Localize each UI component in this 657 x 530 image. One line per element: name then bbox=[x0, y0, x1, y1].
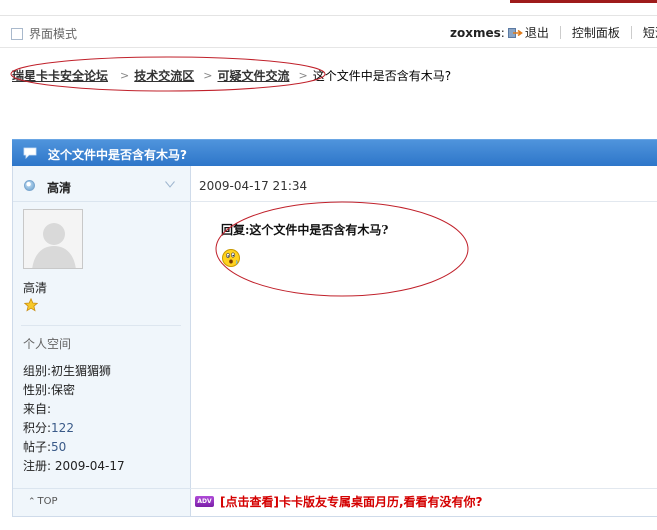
interface-mode-label: 界面模式 bbox=[29, 27, 78, 41]
profile-registered: 注册: 2009-04-17 bbox=[23, 459, 125, 473]
author-profile: 组别:初生猸猸狮 性别:保密 来自: 积分:122 帖子:50 注册: 2009… bbox=[23, 364, 125, 478]
profile-gender: 性别:保密 bbox=[23, 383, 76, 397]
post-content: 2009-04-17 21:34 回复:这个文件中是否含有木马? ADV [点击… bbox=[191, 166, 657, 516]
divider bbox=[13, 488, 191, 489]
post-header: 2009-04-17 21:34 bbox=[191, 166, 657, 202]
thread-title: 这个文件中是否含有木马? bbox=[48, 148, 187, 162]
post: 高清 高清 个人空间 组别:初生猸猸狮 性别:保密 来自: 积分:122 帖子:… bbox=[12, 166, 657, 516]
logout-link[interactable]: 退出 bbox=[525, 24, 549, 41]
back-to-top-label: TOP bbox=[37, 496, 58, 507]
breadcrumb-separator: > bbox=[203, 69, 213, 82]
banner-image-edge bbox=[510, 0, 657, 3]
profile-points: 积分:122 bbox=[23, 421, 74, 435]
surprised-face-icon bbox=[222, 249, 240, 267]
author-row: 高清 bbox=[13, 166, 191, 202]
profile-posts: 帖子:50 bbox=[23, 440, 67, 454]
user-menu: zoxmes : 退出 控制面板 短消 bbox=[450, 24, 657, 41]
sms-link[interactable]: 短消 bbox=[643, 24, 657, 41]
breadcrumb-tech-exchange[interactable]: 技术交流区 bbox=[134, 67, 194, 84]
personal-space-link[interactable]: 个人空间 bbox=[23, 335, 71, 352]
author-display-name: 高清 bbox=[23, 281, 48, 295]
author-name[interactable]: 高清 bbox=[47, 179, 71, 196]
interface-mode-toggle[interactable]: 界面模式 bbox=[11, 25, 77, 42]
profile-location: 来自: bbox=[23, 402, 52, 416]
username-link[interactable]: zoxmes bbox=[450, 26, 501, 40]
star-icon bbox=[24, 298, 38, 312]
post-timestamp: 2009-04-17 21:34 bbox=[199, 179, 308, 193]
username-colon: : bbox=[500, 25, 505, 40]
back-to-top-link[interactable]: ⌃ TOP bbox=[28, 496, 58, 507]
adv-badge: ADV bbox=[195, 496, 214, 507]
speech-bubble-icon bbox=[23, 147, 37, 159]
profile-group: 组别:初生猸猸狮 bbox=[23, 364, 112, 378]
toolbar-separator bbox=[630, 26, 632, 39]
breadcrumb-current: 这个文件中是否含有木马? bbox=[312, 69, 452, 83]
divider bbox=[191, 488, 657, 489]
chevron-down-icon[interactable] bbox=[165, 181, 175, 188]
reply-title: 回复:这个文件中是否含有木马? bbox=[221, 223, 389, 237]
ad-link[interactable]: [点击查看]卡卡版友专属桌面月历,看看有没有你? bbox=[220, 493, 483, 510]
toolbar-separator bbox=[559, 26, 561, 39]
ad-row: ADV [点击查看]卡卡版友专属桌面月历,看看有没有你? bbox=[195, 493, 483, 510]
online-status-icon bbox=[24, 180, 35, 191]
divider bbox=[21, 325, 181, 326]
thread-header-bar: 这个文件中是否含有木马? bbox=[12, 139, 657, 166]
breadcrumb-separator: > bbox=[120, 69, 130, 82]
top-toolbar: 界面模式 zoxmes : 退出 控制面板 短消 bbox=[0, 16, 657, 48]
control-panel-link[interactable]: 控制面板 bbox=[572, 24, 620, 41]
breadcrumb-separator: > bbox=[298, 69, 308, 82]
breadcrumb-suspicious-files[interactable]: 可疑文件交流 bbox=[217, 67, 289, 84]
breadcrumb-forum-home[interactable]: 瑞星卡卡安全论坛 bbox=[12, 67, 108, 84]
avatar[interactable] bbox=[23, 209, 83, 269]
breadcrumb: 瑞星卡卡安全论坛 > 技术交流区 > 可疑文件交流 > 这个文件中是否含有木马? bbox=[12, 67, 451, 84]
forum-page: 界面模式 zoxmes : 退出 控制面板 短消 瑞星卡卡安全论坛 > 技术交流… bbox=[0, 0, 657, 530]
logout-icon[interactable] bbox=[507, 26, 523, 40]
chevron-up-icon: ⌃ bbox=[28, 496, 36, 507]
author-sidebar: 高清 高清 个人空间 组别:初生猸猸狮 性别:保密 来自: 积分:122 帖子:… bbox=[13, 166, 191, 516]
divider bbox=[12, 516, 657, 517]
interface-mode-checkbox[interactable] bbox=[11, 27, 23, 40]
